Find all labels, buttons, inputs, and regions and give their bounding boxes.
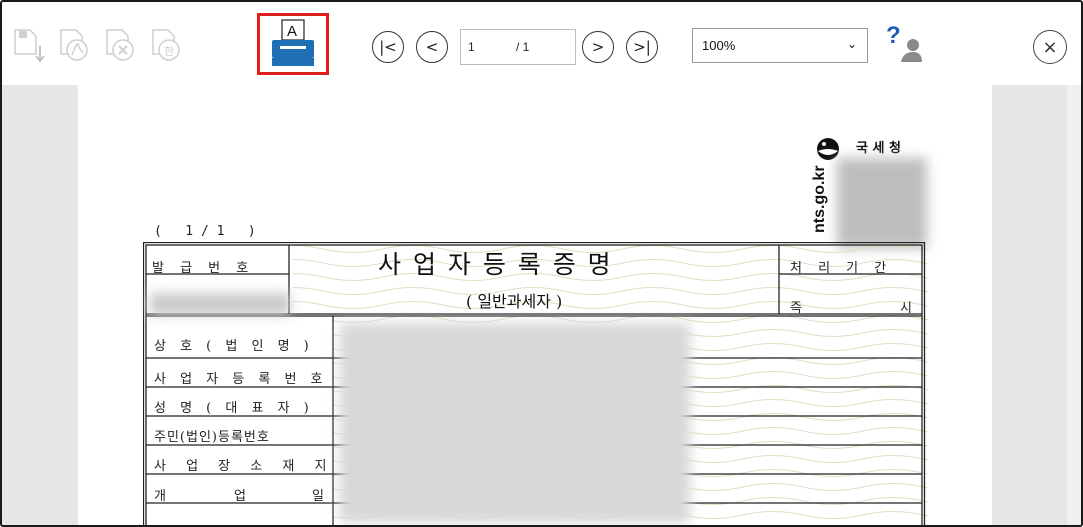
label-biz-reg-no: 사 업 자 등 록 번 호 (154, 372, 328, 387)
label-issue-no: 발 급 번 호 (152, 261, 255, 276)
vertical-scrollbar[interactable] (1067, 85, 1081, 525)
hwp-icon[interactable]: 한 (150, 28, 184, 64)
excel-icon[interactable] (104, 28, 138, 64)
page-current: 1 (468, 40, 475, 54)
chevron-down-icon: ⌄ (846, 37, 857, 51)
last-page-icon: >| (633, 38, 651, 56)
page-total: / 1 (516, 40, 530, 54)
print-letter: A (287, 23, 297, 40)
zoom-value: 100% (702, 38, 736, 53)
redacted-values (340, 323, 690, 523)
label-trade-name: 상 호 ( 법 인 명 ) (154, 339, 314, 354)
printer-icon: A (272, 19, 314, 66)
label-immediate-right: 시 (900, 301, 918, 316)
chevron-left-icon: < (425, 38, 439, 56)
label-name-rep: 성 명 ( 대 표 자 ) (154, 401, 314, 416)
agency-name: 국 세 청 (856, 141, 901, 156)
close-icon: × (1042, 36, 1058, 58)
label-open-date-right: 일 (312, 489, 330, 504)
label-process-period: 처 리 기 간 (790, 261, 893, 276)
label-open-date-mid: 업 (234, 489, 252, 504)
label-biz-location: 사 업 장 소 재 지 (154, 459, 335, 474)
label-resident-no: 주민(법인)등록번호 (154, 430, 270, 445)
agency-site: nts.go.kr (811, 165, 828, 233)
qr-code (837, 158, 927, 248)
document-title: 사 업 자 등 록 증 명 (378, 250, 613, 279)
page-number-input[interactable]: 1 (460, 29, 516, 65)
document-viewer[interactable]: 국 세 청 nts.go.kr ( 1 / 1 ) 사 업 자 등 록 증 명 … (2, 85, 1081, 525)
last-page-button[interactable]: >| (626, 31, 658, 63)
toolbar: 한 A |< < 1 / 1 > >| 100% ⌄ ? × (2, 2, 1081, 85)
page-total-box: / 1 (510, 29, 576, 65)
document-page: 국 세 청 nts.go.kr ( 1 / 1 ) 사 업 자 등 록 증 명 … (78, 85, 992, 525)
label-immediate-left: 즉 (790, 301, 808, 316)
chevron-right-icon: > (591, 38, 605, 56)
label-open-date-left: 개 (154, 489, 172, 504)
print-button[interactable]: A (257, 13, 329, 75)
issue-no-value (150, 293, 290, 315)
svg-text:한: 한 (164, 45, 174, 58)
help-person-icon (901, 39, 922, 62)
pdf-icon[interactable] (58, 28, 92, 64)
close-button[interactable]: × (1033, 30, 1067, 64)
viewer-window: 한 A |< < 1 / 1 > >| 100% ⌄ ? × 국 세 청 nts… (0, 0, 1083, 527)
first-page-button[interactable]: |< (372, 31, 404, 63)
prev-page-button[interactable]: < (416, 31, 448, 63)
page-indicator: ( 1 / 1 ) (154, 224, 256, 239)
document-subtitle: ( 일반과세자 ) (466, 292, 563, 311)
help-button[interactable]: ? (884, 22, 924, 66)
save-icon[interactable] (12, 28, 46, 64)
zoom-select[interactable]: 100% ⌄ (692, 28, 868, 63)
next-page-button[interactable]: > (582, 31, 614, 63)
first-page-icon: |< (379, 38, 397, 56)
